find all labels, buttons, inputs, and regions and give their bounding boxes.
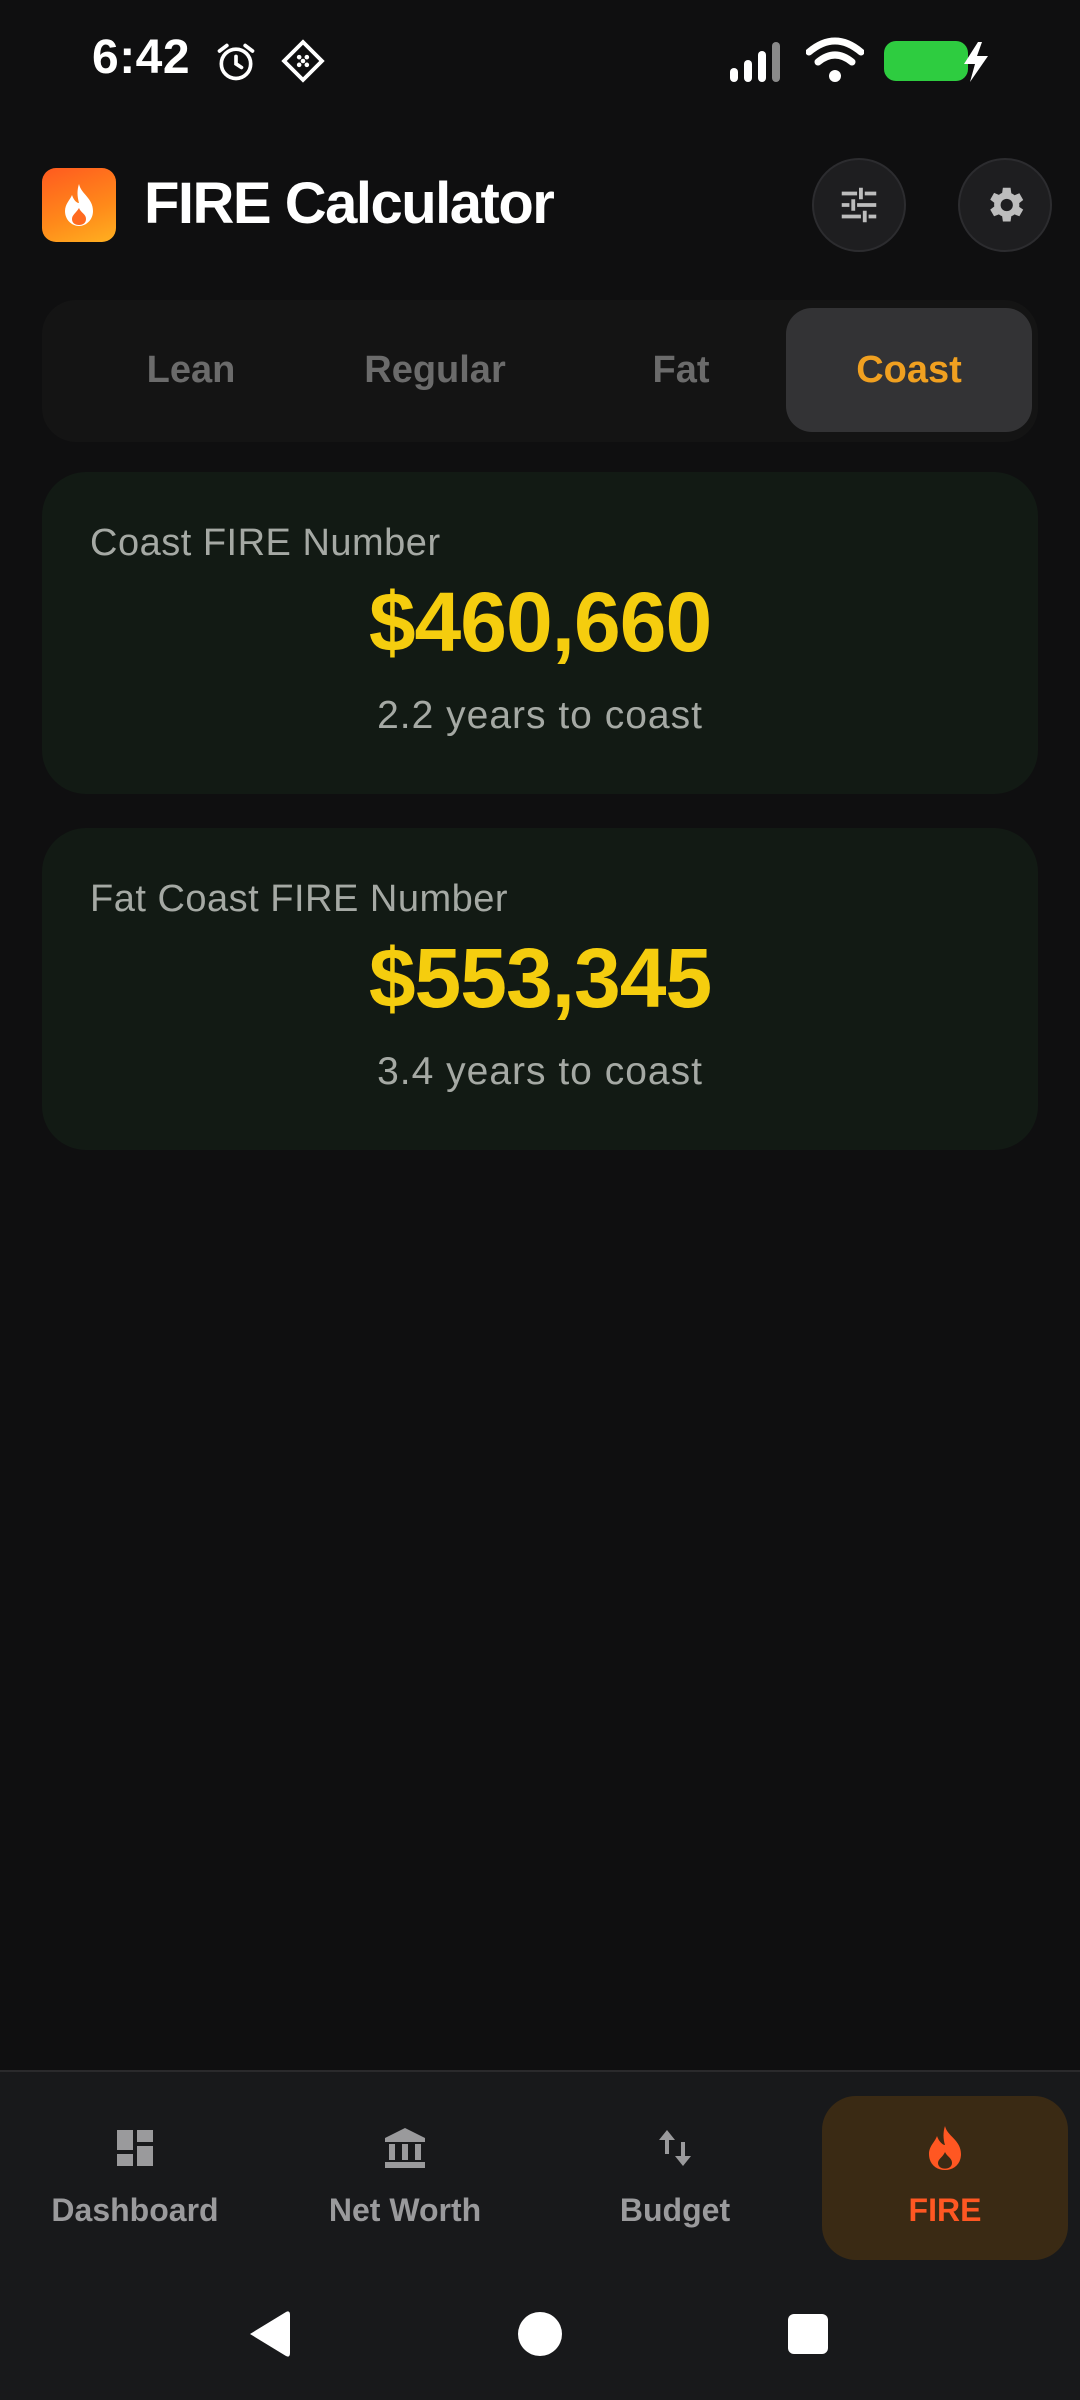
tab-fat[interactable]: Fat [558,308,804,432]
home-icon[interactable] [516,2310,564,2358]
app-logo [42,168,116,242]
dashboard-icon [117,2130,153,2166]
gear-icon [990,187,1024,222]
nav-net-worth[interactable]: Net Worth [282,2096,528,2260]
alarm-icon [217,43,255,81]
card-label: Coast FIRE Number [90,522,441,564]
swap-vert-icon [659,2130,691,2166]
signal-icon [730,42,780,82]
tune-icon [841,187,877,223]
flame-icon [65,184,93,226]
nav-label: FIRE [908,2192,982,2228]
battery-charging-icon [884,41,988,82]
fire-type-tabs: Lean Regular Fat Coast [42,300,1038,442]
status-time: 6:42 [92,31,191,84]
fat-coast-fire-card: Fat Coast FIRE Number $553,345 3.4 years… [42,828,1038,1150]
bottom-nav: Dashboard Net Worth Budget FIRE [0,2070,1080,2270]
tune-button[interactable] [812,158,906,252]
nav-budget[interactable]: Budget [552,2096,798,2260]
wifi-icon [806,37,864,82]
system-nav-bar [0,2270,1080,2400]
recent-apps-icon[interactable] [786,2312,830,2356]
settings-button[interactable] [958,158,1052,252]
nav-label: Net Worth [328,2192,482,2228]
tab-coast[interactable]: Coast [786,308,1032,432]
app-title: FIRE Calculator [144,171,555,236]
nav-label: Dashboard [51,2192,219,2228]
card-label: Fat Coast FIRE Number [90,878,509,920]
tab-regular[interactable]: Regular [312,308,558,432]
nav-dashboard[interactable]: Dashboard [12,2096,258,2260]
data-saver-icon [281,39,325,83]
card-subtext: 3.4 years to coast [377,1050,703,1093]
flame-icon [929,2126,961,2170]
bank-icon [385,2128,425,2168]
tab-lean[interactable]: Lean [68,308,314,432]
nav-label: Budget [619,2192,731,2228]
status-bar: 6:42 [0,0,1080,120]
card-subtext: 2.2 years to coast [377,694,703,737]
nav-fire[interactable]: FIRE [822,2096,1068,2260]
back-icon[interactable] [246,2308,292,2360]
coast-fire-card: Coast FIRE Number $460,660 2.2 years to … [42,472,1038,794]
card-value: $460,660 [368,575,712,669]
app-header: FIRE Calculator [0,150,1080,260]
card-value: $553,345 [368,931,712,1025]
